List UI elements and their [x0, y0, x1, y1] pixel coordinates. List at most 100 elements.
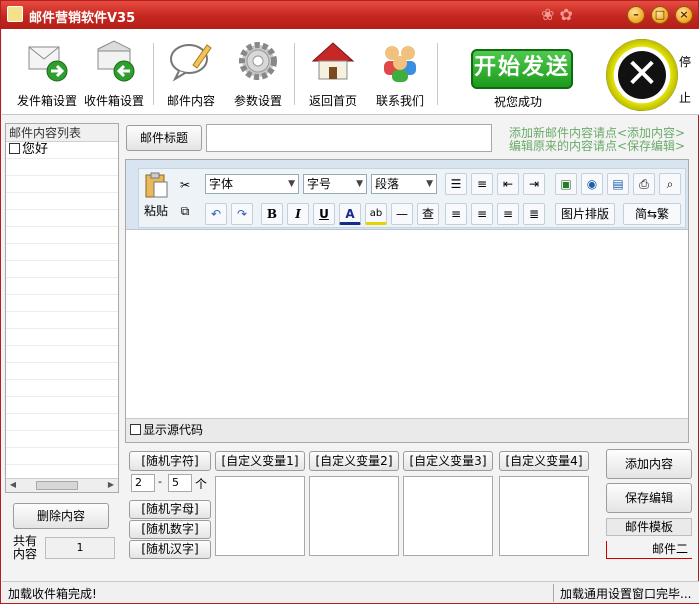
image-layout-button[interactable]: 图片排版 — [555, 203, 615, 225]
content-list-header: 邮件内容列表 — [6, 124, 118, 142]
scroll-thumb[interactable] — [36, 481, 78, 490]
random-hanzi-button[interactable]: [随机汉字] — [129, 540, 211, 559]
scroll-left-icon[interactable]: ◀ — [7, 480, 19, 491]
mail-template-label: 邮件模板 — [606, 518, 692, 536]
list-empty-row — [6, 159, 118, 176]
range-max-input[interactable]: 5 — [168, 474, 192, 492]
toolbar-contact[interactable]: 联系我们 — [365, 37, 435, 109]
list-empty-row — [6, 448, 118, 465]
unordered-list-icon[interactable]: ≡ — [471, 173, 493, 195]
close-button[interactable]: × — [675, 6, 693, 24]
title-bar: 邮件营销软件V35 ❀ ✿ – □ × — [1, 1, 698, 29]
toolbar-outbox-label: 发件箱设置 — [16, 94, 77, 108]
editor-toolbar: 粘贴 ✂ ⧉ 字体 ▼ 字号 ▼ 段落 ▼ ☰ ≡ ⇤ ⇥ ▣ ◉ ▤ ⎙ ⌕ ↶ ↷… — [126, 160, 688, 230]
toolbar-param-settings[interactable]: 参数设置 — [223, 37, 293, 109]
toolbar-inbox-label: 收件箱设置 — [83, 94, 144, 108]
copy-icon[interactable]: ⧉ — [175, 201, 195, 223]
editor-content-area[interactable] — [126, 231, 688, 419]
list-empty-row — [6, 397, 118, 414]
custom-var-2-button[interactable]: [自定义变量2] — [309, 451, 399, 471]
list-horizontal-scrollbar[interactable]: ◀ ▶ — [6, 478, 118, 492]
subject-label: 邮件标题 — [126, 125, 202, 151]
custom-var-4-input[interactable] — [499, 476, 589, 556]
paste-button[interactable]: 粘贴 — [141, 171, 171, 225]
list-empty-row — [6, 312, 118, 329]
toolbar-separator — [294, 43, 295, 105]
content-list-panel: 邮件内容列表 您好 ◀ ▶ — [5, 123, 119, 493]
font-color-button[interactable]: A — [339, 203, 361, 225]
list-empty-row — [6, 363, 118, 380]
custom-var-3-button[interactable]: [自定义变量3] — [403, 451, 493, 471]
font-size-select[interactable]: 字号 ▼ — [303, 174, 367, 194]
underline-button[interactable]: U — [313, 203, 335, 225]
gear-icon — [239, 42, 277, 80]
undo-icon[interactable]: ↶ — [205, 203, 227, 225]
save-edit-button[interactable]: 保存编辑 — [606, 483, 692, 513]
show-source-checkbox[interactable] — [130, 424, 141, 435]
font-family-select[interactable]: 字体 ▼ — [205, 174, 299, 194]
paragraph-select[interactable]: 段落 ▼ — [371, 174, 437, 194]
stop-button[interactable]: ✕ — [606, 39, 678, 111]
insert-table-icon[interactable]: ▤ — [607, 173, 629, 195]
toolbar-inbox-settings[interactable]: 收件箱设置 — [79, 37, 149, 109]
toolbar-home[interactable]: 返回首页 — [298, 37, 368, 109]
random-letter-button[interactable]: [随机字母] — [129, 500, 211, 519]
custom-var-2-input[interactable] — [309, 476, 399, 556]
custom-var-3-input[interactable] — [403, 476, 493, 556]
align-left-icon[interactable]: ≡ — [445, 203, 467, 225]
mail-content-icon — [170, 44, 212, 82]
bold-button[interactable]: B — [261, 203, 283, 225]
random-char-button[interactable]: [随机字符] — [129, 451, 211, 471]
editor-source-bar: 显示源代码 — [126, 418, 688, 442]
range-min-input[interactable]: 2 — [131, 474, 155, 492]
toolbar-separator — [153, 43, 154, 105]
chevron-down-icon: ▼ — [356, 179, 363, 189]
horizontal-rule-button[interactable]: — — [391, 203, 413, 225]
highlight-icon[interactable]: ab — [365, 203, 387, 225]
insert-link-icon[interactable]: ◉ — [581, 173, 603, 195]
mail-template-select[interactable]: 邮件二 — [606, 541, 692, 559]
align-justify-icon[interactable]: ≣ — [523, 203, 545, 225]
toolbar-mail-content[interactable]: 邮件内容 — [156, 37, 226, 109]
align-center-icon[interactable]: ≡ — [471, 203, 493, 225]
chevron-down-icon: ▼ — [288, 179, 295, 189]
font-size-value: 字号 — [307, 177, 332, 191]
toolbar-home-label: 返回首页 — [308, 94, 357, 108]
maximize-button[interactable]: □ — [651, 6, 669, 24]
scroll-right-icon[interactable]: ▶ — [105, 480, 117, 491]
list-item[interactable]: 您好 — [6, 142, 118, 159]
inbox-settings-icon — [97, 40, 135, 82]
insert-object-icon[interactable]: ⎙ — [633, 173, 655, 195]
add-content-button[interactable]: 添加内容 — [606, 449, 692, 479]
minimize-button[interactable]: – — [627, 6, 645, 24]
find-button[interactable]: 查 — [417, 203, 439, 225]
italic-button[interactable]: I — [287, 203, 309, 225]
main-toolbar: 发件箱设置 收件箱设置 邮件内容 参数设置 返回首页 联系我们 开始发送 祝您成… — [2, 29, 699, 115]
outdent-icon[interactable]: ⇤ — [497, 173, 519, 195]
subject-input[interactable] — [206, 124, 492, 152]
delete-content-button[interactable]: 删除内容 — [13, 503, 109, 529]
toolbar-outbox-settings[interactable]: 发件箱设置 — [12, 37, 82, 109]
chevron-down-icon: ▼ — [426, 179, 433, 189]
ordered-list-icon[interactable]: ☰ — [445, 173, 467, 195]
toolbar-separator — [437, 43, 438, 105]
indent-icon[interactable]: ⇥ — [523, 173, 545, 195]
list-item-checkbox[interactable] — [9, 143, 20, 154]
align-right-icon[interactable]: ≡ — [497, 203, 519, 225]
list-empty-row — [6, 227, 118, 244]
cut-icon[interactable]: ✂ — [175, 175, 195, 197]
start-send-button[interactable]: 开始发送 — [471, 49, 573, 89]
insert-image-icon[interactable]: ▣ — [555, 173, 577, 195]
custom-var-4-button[interactable]: [自定义变量4] — [499, 451, 589, 471]
custom-var-1-input[interactable] — [215, 476, 305, 556]
redo-icon[interactable]: ↷ — [231, 203, 253, 225]
decoration-swirl-icon: ❀ ✿ — [541, 5, 573, 24]
simplified-traditional-button[interactable]: 简⇆繁 — [623, 203, 681, 225]
preview-icon[interactable]: ⌕ — [659, 173, 681, 195]
list-empty-row — [6, 261, 118, 278]
list-empty-row — [6, 193, 118, 210]
random-number-button[interactable]: [随机数字] — [129, 520, 211, 539]
list-empty-row — [6, 380, 118, 397]
custom-var-1-button[interactable]: [自定义变量1] — [215, 451, 305, 471]
list-empty-row — [6, 431, 118, 448]
